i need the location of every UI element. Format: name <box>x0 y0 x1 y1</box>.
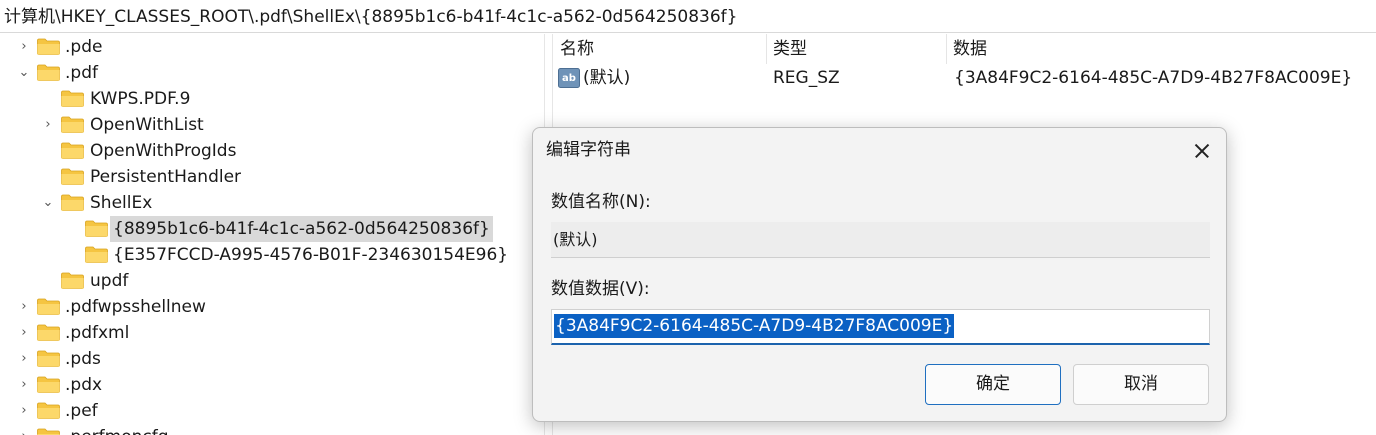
tree-item-label: ShellEx <box>90 193 153 213</box>
tree-item-label: .pdx <box>65 375 103 395</box>
tree-item-label: .pde <box>65 37 103 57</box>
svg-text:ab: ab <box>562 73 576 84</box>
chevron-right-icon[interactable]: › <box>17 326 31 340</box>
selected-text: {3A84F9C2-6164-485C-A7D9-4B27F8AC009E} <box>554 314 955 338</box>
tree-item-label: OpenWithProgIds <box>90 141 237 161</box>
chevron-right-icon[interactable]: › <box>17 430 31 435</box>
tree-item-label: .perfmoncfg <box>62 424 172 435</box>
tree-item-label: updf <box>90 271 129 291</box>
folder-icon <box>61 116 84 133</box>
chevron-right-icon[interactable]: › <box>17 404 31 418</box>
tree-item-label: .pds <box>65 349 101 369</box>
folder-icon <box>37 38 60 55</box>
tree-item-label: KWPS.PDF.9 <box>90 89 191 109</box>
tree-item-label: PersistentHandler <box>90 167 242 187</box>
cancel-button[interactable]: 取消 <box>1073 364 1209 405</box>
folder-open-icon <box>61 194 84 211</box>
value-data-label: 数值数据(V): <box>551 279 650 299</box>
chevron-right-icon[interactable]: › <box>17 378 31 392</box>
address-bar[interactable]: 计算机\HKEY_CLASSES_ROOT\.pdf\ShellEx\{8895… <box>0 0 1376 33</box>
folder-icon <box>37 298 60 315</box>
chevron-down-icon[interactable]: ⌄ <box>41 196 55 210</box>
tree-item-label: OpenWithList <box>90 115 204 135</box>
string-value-icon: ab <box>558 68 580 88</box>
folder-icon <box>61 90 84 107</box>
chevron-right-icon[interactable]: › <box>17 300 31 314</box>
chevron-down-icon[interactable]: ⌄ <box>17 66 31 80</box>
tree-item-label: .pef <box>65 401 98 421</box>
tree-item-label: .pdfxml <box>65 323 130 343</box>
dialog-title: 编辑字符串 <box>546 140 631 160</box>
tree-item-label: {E357FCCD-A995-4576-B01F-234630154E96} <box>113 245 509 265</box>
value-data: {3A84F9C2-6164-485C-A7D9-4B27F8AC009E} <box>954 68 1353 88</box>
tree-item-label: .pdfwpsshellnew <box>65 297 206 317</box>
folder-icon <box>37 402 60 419</box>
folder-icon <box>85 246 108 263</box>
folder-icon <box>37 376 60 393</box>
registry-tree[interactable]: › .pde ⌄ .pdf KWPS.PDF.9 › OpenWithList … <box>0 34 544 435</box>
table-row[interactable]: ab (默认) REG_SZ {3A84F9C2-6164-485C-A7D9-… <box>554 64 1376 92</box>
address-path: 计算机\HKEY_CLASSES_ROOT\.pdf\ShellEx\{8895… <box>4 7 738 27</box>
value-name-field: (默认) <box>551 222 1210 258</box>
tree-item-label: {8895b1c6-b41f-4c1c-a562-0d564250836f} <box>110 216 493 242</box>
column-header-name[interactable]: 名称 <box>554 34 594 64</box>
folder-icon <box>37 428 60 435</box>
value-name-label: 数值名称(N): <box>551 192 651 212</box>
chevron-right-icon[interactable]: › <box>41 118 55 132</box>
value-name: (默认) <box>583 68 631 88</box>
folder-icon <box>61 168 84 185</box>
column-header-type[interactable]: 类型 <box>767 34 807 64</box>
folder-icon <box>61 272 84 289</box>
ok-button[interactable]: 确定 <box>925 364 1061 405</box>
column-header-data[interactable]: 数据 <box>947 34 987 64</box>
chevron-right-icon[interactable]: › <box>17 352 31 366</box>
edit-string-dialog: 编辑字符串 数值名称(N): (默认) 数值数据(V): {3A84F9C2-6… <box>532 127 1227 422</box>
folder-open-icon <box>37 64 60 81</box>
tree-item-label: .pdf <box>65 63 98 83</box>
folder-icon <box>85 220 108 237</box>
chevron-right-icon[interactable]: › <box>17 40 31 54</box>
value-data-input[interactable]: {3A84F9C2-6164-485C-A7D9-4B27F8AC009E} <box>551 309 1210 345</box>
close-icon[interactable] <box>1182 130 1222 170</box>
value-type: REG_SZ <box>773 68 840 88</box>
folder-icon <box>37 350 60 367</box>
folder-icon <box>61 142 84 159</box>
folder-icon <box>37 324 60 341</box>
